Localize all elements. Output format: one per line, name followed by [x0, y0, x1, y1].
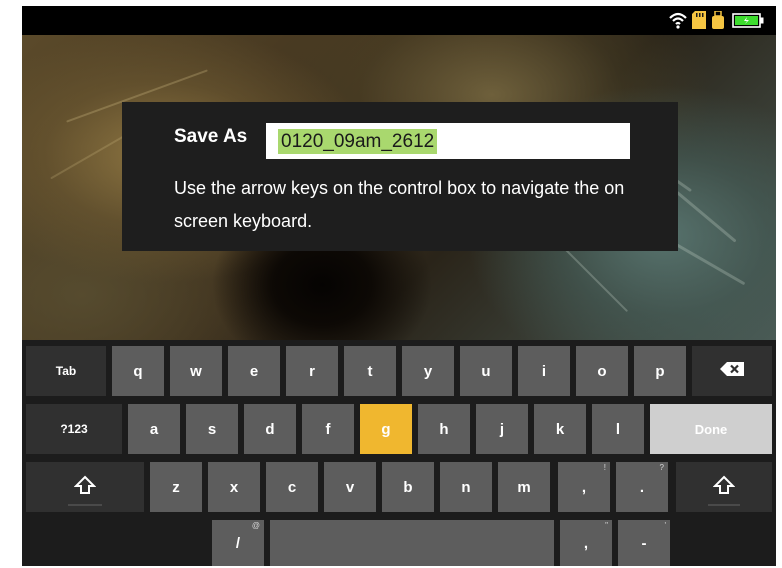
backspace-icon [719, 361, 745, 381]
save-as-label: Save As [174, 126, 248, 147]
key-a[interactable]: a [128, 404, 180, 454]
key-dash[interactable]: - ' [618, 520, 670, 566]
status-bar [22, 6, 776, 35]
key-m[interactable]: m [498, 462, 550, 512]
key-y[interactable]: y [402, 346, 454, 396]
key-t[interactable]: t [344, 346, 396, 396]
key-f[interactable]: f [302, 404, 354, 454]
sd-card-icon [692, 11, 706, 34]
key-backspace[interactable] [692, 346, 772, 396]
key-l[interactable]: l [592, 404, 644, 454]
shift-underline [68, 504, 102, 506]
key-period[interactable]: . ? [616, 462, 668, 512]
key-tab[interactable]: Tab [26, 346, 106, 396]
help-text: Use the arrow keys on the control box to… [174, 178, 625, 231]
key-b[interactable]: b [382, 462, 434, 512]
key-slash[interactable]: / @ [212, 520, 264, 566]
device-screen: Save As 0120_09am_2612 Use the arrow key… [22, 6, 776, 566]
key-z[interactable]: z [150, 462, 202, 512]
key-numbers-mode[interactable]: ?123 [26, 404, 122, 454]
key-shift-left[interactable] [26, 462, 144, 512]
key-alt-label: ' [664, 521, 666, 530]
filename-input[interactable]: 0120_09am_2612 [266, 123, 630, 159]
shift-underline [708, 504, 740, 506]
key-p[interactable]: p [634, 346, 686, 396]
key-n[interactable]: n [440, 462, 492, 512]
key-r[interactable]: r [286, 346, 338, 396]
key-k[interactable]: k [534, 404, 586, 454]
key-j[interactable]: j [476, 404, 528, 454]
wifi-icon [668, 11, 688, 34]
key-s[interactable]: s [186, 404, 238, 454]
key-x[interactable]: x [208, 462, 260, 512]
key-shift-right[interactable] [676, 462, 772, 512]
key-h[interactable]: h [418, 404, 470, 454]
key-i[interactable]: i [518, 346, 570, 396]
key-g[interactable]: g [360, 404, 412, 454]
key-o[interactable]: o [576, 346, 628, 396]
key-u[interactable]: u [460, 346, 512, 396]
battery-charging-icon [732, 13, 764, 33]
key-alt-label: @ [251, 521, 260, 530]
key-comma[interactable]: , ! [558, 462, 610, 512]
key-e[interactable]: e [228, 346, 280, 396]
key-space[interactable] [270, 520, 554, 566]
key-v[interactable]: v [324, 462, 376, 512]
key-q[interactable]: q [112, 346, 164, 396]
shift-icon [73, 475, 97, 499]
on-screen-keyboard: Tab q w e r t y u i o p ?123 a s d f g h… [22, 340, 776, 566]
shift-icon [712, 475, 736, 499]
key-comma-2[interactable]: , " [560, 520, 612, 566]
key-c[interactable]: c [266, 462, 318, 512]
key-done[interactable]: Done [650, 404, 772, 454]
key-d[interactable]: d [244, 404, 296, 454]
key-alt-label: ! [603, 463, 606, 472]
key-alt-label: ? [659, 463, 664, 472]
filename-value: 0120_09am_2612 [278, 129, 438, 154]
key-w[interactable]: w [170, 346, 222, 396]
usb-icon [712, 10, 724, 34]
key-alt-label: " [605, 521, 608, 530]
save-as-dialog: Save As 0120_09am_2612 Use the arrow key… [122, 102, 678, 251]
